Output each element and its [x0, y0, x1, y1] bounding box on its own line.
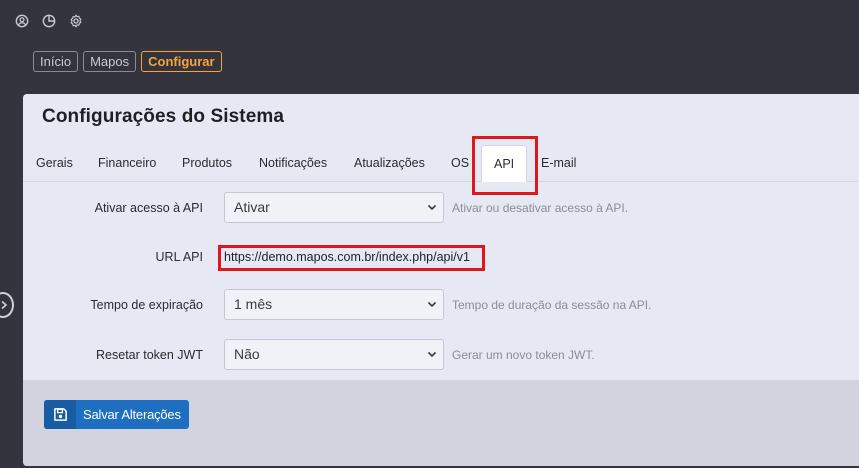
user-circle-icon[interactable] [13, 12, 30, 29]
floppy-disk-icon [44, 400, 76, 429]
chevron-down-icon [427, 204, 437, 211]
expiration-select[interactable]: 1 mês [224, 289, 444, 320]
tab-financeiro[interactable]: Financeiro [98, 156, 156, 170]
breadcrumb: Início Mapos Configurar [33, 51, 222, 72]
save-changes-button[interactable]: Salvar Alterações [44, 400, 189, 429]
api-access-select[interactable]: Ativar [224, 192, 444, 223]
api-access-label: Ativar acesso à API [94, 201, 203, 215]
api-url-label: URL API [155, 250, 203, 264]
page-title: Configurações do Sistema [42, 106, 285, 127]
sidebar-toggle-button[interactable] [0, 292, 14, 318]
tab-email[interactable]: E-mail [541, 156, 576, 170]
top-icon-bar [13, 12, 84, 29]
tab-os[interactable]: OS [451, 156, 469, 170]
save-button-label: Salvar Alterações [83, 407, 181, 422]
settings-tabs: Gerais Financeiro Produtos Notificações … [23, 142, 859, 182]
expiration-value: 1 mês [234, 296, 273, 312]
settings-card: Configurações do Sistema Gerais Financei… [23, 94, 859, 466]
breadcrumb-inicio[interactable]: Início [33, 51, 79, 72]
chevron-down-icon [427, 301, 437, 308]
breadcrumb-mapos[interactable]: Mapos [83, 51, 137, 72]
pie-chart-icon[interactable] [40, 12, 57, 29]
reset-token-label: Resetar token JWT [96, 348, 203, 362]
api-access-help: Ativar ou desativar acesso à API. [452, 201, 629, 215]
tab-gerais[interactable]: Gerais [36, 156, 73, 170]
reset-token-select[interactable]: Não [224, 339, 444, 370]
api-access-value: Ativar [234, 199, 270, 215]
chevron-right-icon [1, 300, 8, 310]
breadcrumb-configurar[interactable]: Configurar [141, 51, 222, 72]
reset-token-help: Gerar um novo token JWT. [452, 348, 595, 362]
chevron-down-icon [427, 351, 437, 358]
tab-api[interactable]: API [481, 145, 528, 182]
tab-produtos[interactable]: Produtos [182, 156, 232, 170]
api-url-value: https://demo.mapos.com.br/index.php/api/… [224, 250, 470, 264]
tab-notificacoes[interactable]: Notificações [259, 156, 327, 170]
gear-icon[interactable] [67, 12, 84, 29]
reset-token-value: Não [234, 346, 260, 362]
tab-atualizacoes[interactable]: Atualizações [354, 156, 425, 170]
form-actions: Salvar Alterações [23, 380, 859, 466]
expiration-help: Tempo de duração da sessão na API. [452, 298, 652, 312]
expiration-label: Tempo de expiração [90, 298, 203, 312]
